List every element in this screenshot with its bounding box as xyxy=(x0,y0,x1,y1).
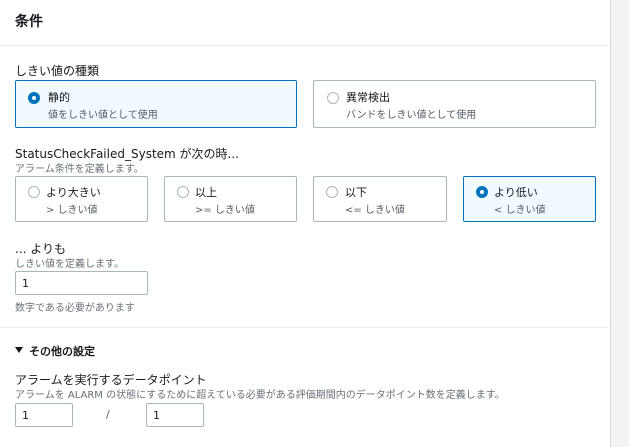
anomaly-title: 異常検出 xyxy=(346,91,390,104)
comparison-greater-equal-tile[interactable]: 以上 >= しきい値 xyxy=(164,176,297,222)
greater-equal-title: 以上 xyxy=(195,186,217,199)
radio-less-equal[interactable] xyxy=(326,186,338,198)
conditions-panel: 条件 しきい値の種類 静的 値をしきい値として使用 異常検出 バンドをしきい値と… xyxy=(0,0,611,447)
lower-title: より低い xyxy=(494,186,538,199)
section-divider xyxy=(0,327,610,328)
radio-greater[interactable] xyxy=(28,186,40,198)
static-title: 静的 xyxy=(48,91,70,104)
threshold-desc: しきい値を定義します。 xyxy=(15,259,124,270)
additional-settings-title: その他の設定 xyxy=(29,345,95,358)
section-title: 条件 xyxy=(15,14,43,30)
comparison-less-equal-tile[interactable]: 以下 <= しきい値 xyxy=(313,176,447,222)
datapoints-separator: / xyxy=(106,408,110,421)
page-scrollbar[interactable] xyxy=(611,0,629,447)
greater-title: より大きい xyxy=(46,186,101,199)
datapoints-desc: アラームを ALARM の状態にするために超えている必要がある評価期間内のデータ… xyxy=(15,390,505,401)
comparison-desc: アラーム条件を定義します。 xyxy=(15,164,144,175)
radio-anomaly[interactable] xyxy=(327,92,339,104)
comparison-greater-tile[interactable]: より大きい > しきい値 xyxy=(15,176,148,222)
caret-down-icon xyxy=(15,347,23,353)
threshold-type-label: しきい値の種類 xyxy=(15,64,100,78)
threshold-hint: 数字である必要があります xyxy=(15,303,135,314)
threshold-input[interactable] xyxy=(15,271,148,295)
evaluation-periods-input[interactable] xyxy=(146,403,204,427)
radio-lower[interactable] xyxy=(476,186,488,198)
static-desc: 値をしきい値として使用 xyxy=(48,110,158,121)
threshold-type-anomaly-tile[interactable]: 異常検出 バンドをしきい値として使用 xyxy=(313,80,596,128)
lower-desc: < しきい値 xyxy=(494,205,546,216)
greater-equal-desc: >= しきい値 xyxy=(195,205,255,216)
greater-desc: > しきい値 xyxy=(46,205,98,216)
radio-static[interactable] xyxy=(28,92,40,104)
radio-greater-equal[interactable] xyxy=(177,186,189,198)
anomaly-desc: バンドをしきい値として使用 xyxy=(346,110,477,121)
datapoints-input[interactable] xyxy=(15,403,73,427)
section-header: 条件 xyxy=(0,0,610,46)
less-equal-desc: <= しきい値 xyxy=(345,205,405,216)
less-equal-title: 以下 xyxy=(345,186,367,199)
threshold-type-static-tile[interactable]: 静的 値をしきい値として使用 xyxy=(15,80,297,128)
comparison-lower-tile[interactable]: より低い < しきい値 xyxy=(463,176,596,222)
